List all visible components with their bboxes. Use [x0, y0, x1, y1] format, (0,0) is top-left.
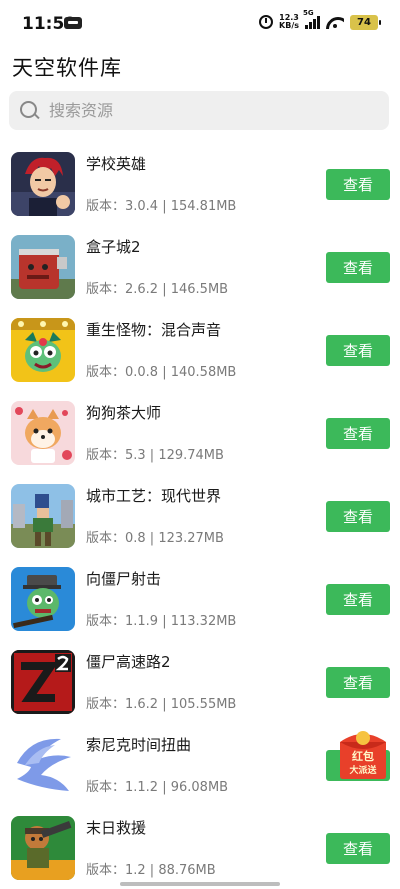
app-list-item[interactable]: 末日救援 版本：1.2 | 88.76MB 查看: [0, 808, 400, 889]
carrier-logo-icon: [64, 17, 82, 29]
app-version-size: 版本：5.3 | 129.74MB: [86, 448, 224, 463]
view-button[interactable]: 查看: [326, 418, 390, 449]
view-button[interactable]: 查看: [326, 335, 390, 366]
wifi-icon: [326, 15, 344, 29]
app-version-size: 版本：1.2 | 88.76MB: [86, 863, 216, 878]
view-button[interactable]: 查看: [326, 252, 390, 283]
app-name: 僵尸高速路2: [86, 653, 171, 671]
app-version-size: 版本：2.6.2 | 146.5MB: [86, 282, 229, 297]
view-button[interactable]: 查看: [326, 833, 390, 864]
app-list-item[interactable]: 僵尸高速路2 版本：1.6.2 | 105.55MB 查看: [0, 642, 400, 725]
page-title: 天空软件库: [12, 56, 122, 80]
view-button[interactable]: 查看: [326, 584, 390, 615]
search-input[interactable]: [49, 101, 369, 120]
sonic-time-twisted-icon[interactable]: [11, 733, 75, 797]
status-icons: 12.3 KB/s 5G 74: [259, 9, 381, 30]
view-button[interactable]: 查看: [326, 667, 390, 698]
app-version-size: 版本：1.1.2 | 96.08MB: [86, 780, 229, 795]
network-speed-unit: KB/s: [279, 21, 299, 30]
app-list-item[interactable]: 重生怪物：混合声音 版本：0.0.8 | 140.58MB 查看: [0, 310, 400, 393]
cellular-signal-icon: 5G: [303, 9, 320, 29]
search-icon: [19, 100, 41, 122]
app-list-item[interactable]: 学校英雄 版本：3.0.4 | 154.81MB 查看: [0, 144, 400, 227]
app-list-item[interactable]: 盒子城2 版本：2.6.2 | 146.5MB 查看: [0, 227, 400, 310]
alarm-icon: [259, 15, 274, 29]
network-type-label: 5G: [303, 9, 314, 17]
app-list-item[interactable]: 向僵尸射击 版本：1.1.9 | 113.32MB 查看: [0, 559, 400, 642]
app-version-size: 版本：1.6.2 | 105.55MB: [86, 697, 237, 712]
app-list-item[interactable]: 狗狗茶大师 版本：5.3 | 129.74MB 查看: [0, 393, 400, 476]
box-city-icon[interactable]: [11, 235, 75, 299]
view-button[interactable]: 查看: [326, 169, 390, 200]
dog-tea-icon[interactable]: [11, 401, 75, 465]
city-craft-icon[interactable]: [11, 484, 75, 548]
app-version-size: 版本：3.0.4 | 154.81MB: [86, 199, 237, 214]
app-name: 重生怪物：混合声音: [86, 321, 222, 339]
red-envelope-float-button[interactable]: 红包 大派送: [334, 722, 392, 780]
monster-icon[interactable]: [11, 318, 75, 382]
search-bar[interactable]: [9, 91, 389, 130]
app-list-item[interactable]: 城市工艺：现代世界 版本：0.8 | 123.27MB 查看: [0, 476, 400, 559]
app-name: 城市工艺：现代世界: [86, 487, 222, 505]
zombie-shooter-icon[interactable]: [11, 567, 75, 631]
app-name: 学校英雄: [86, 155, 147, 173]
app-name: 索尼克时间扭曲: [86, 736, 192, 754]
doomsday-rescue-icon[interactable]: [11, 816, 75, 880]
app-version-size: 版本：0.8 | 123.27MB: [86, 531, 224, 546]
battery-indicator: 74: [350, 14, 381, 30]
red-envelope-icon: 红包 大派送: [340, 731, 386, 779]
app-name: 盒子城2: [86, 238, 141, 256]
network-speed: 12.3 KB/s: [279, 14, 299, 30]
red-envelope-label-1: 红包: [352, 749, 374, 763]
app-version-size: 版本：1.1.9 | 113.32MB: [86, 614, 237, 629]
zombie-highway-icon[interactable]: [11, 650, 75, 714]
school-hero-icon[interactable]: [11, 152, 75, 216]
home-indicator[interactable]: [120, 882, 280, 886]
app-name: 狗狗茶大师: [86, 404, 162, 422]
app-name: 向僵尸射击: [86, 570, 162, 588]
red-envelope-label-2: 大派送: [349, 764, 377, 776]
app-name: 末日救援: [86, 819, 147, 837]
view-button[interactable]: 查看: [326, 501, 390, 532]
app-version-size: 版本：0.0.8 | 140.58MB: [86, 365, 237, 380]
status-bar: 11:59 12.3 KB/s 5G 74: [0, 0, 400, 48]
